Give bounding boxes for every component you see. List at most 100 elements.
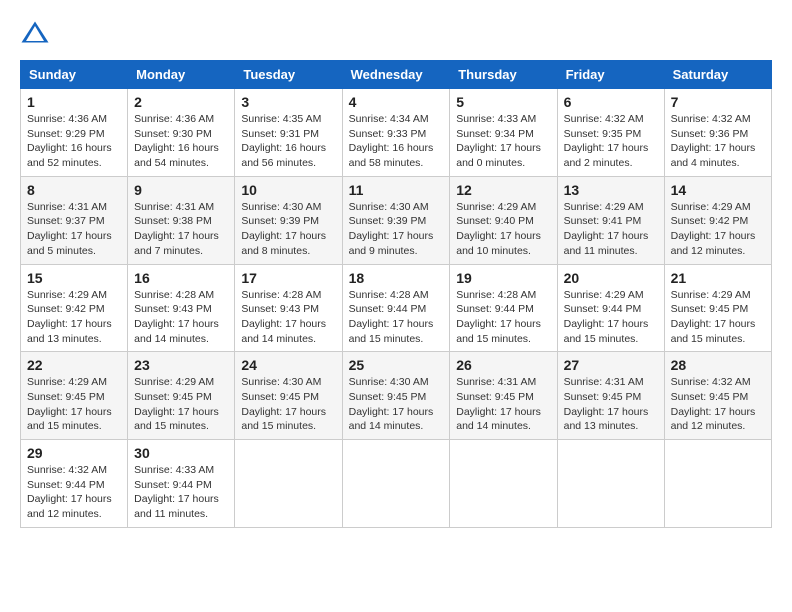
calendar-week-row: 1 Sunrise: 4:36 AM Sunset: 9:29 PM Daylig… <box>21 89 772 177</box>
weekday-header: Tuesday <box>235 61 342 89</box>
day-number: 20 <box>564 270 658 286</box>
calendar-cell: 3Sunrise: 4:35 AM Sunset: 9:31 PM Daylig… <box>235 89 342 177</box>
calendar-cell: 20Sunrise: 4:29 AM Sunset: 9:44 PM Dayli… <box>557 264 664 352</box>
calendar-table: SundayMondayTuesdayWednesdayThursdayFrid… <box>20 60 772 528</box>
day-info: Sunrise: 4:30 AM Sunset: 9:45 PM Dayligh… <box>349 375 444 434</box>
calendar-cell: 12 Sunrise: 4:29 AM Sunset: 9:40 PM Dayli… <box>450 176 557 264</box>
day-info: Sunrise: 4:31 AM Sunset: 9:38 PM Dayligh… <box>134 200 228 259</box>
calendar-cell: 18 Sunrise: 4:28 AM Sunset: 9:44 PM Dayli… <box>342 264 450 352</box>
day-info: Sunrise: 4:31 AM Sunset: 9:45 PM Dayligh… <box>456 375 550 434</box>
day-number: 28 <box>671 357 765 373</box>
day-info: Sunrise: 4:30 AM Sunset: 9:45 PM Dayligh… <box>241 375 335 434</box>
calendar-cell: 21 Sunrise: 4:29 AM Sunset: 9:45 PM Dayli… <box>664 264 771 352</box>
day-number: 18 <box>349 270 444 286</box>
day-number: 5 <box>456 94 550 110</box>
weekday-header: Monday <box>128 61 235 89</box>
day-info: Sunrise: 4:32 AM Sunset: 9:36 PM Dayligh… <box>671 112 765 171</box>
calendar-cell: 14 Sunrise: 4:29 AM Sunset: 9:42 PM Dayli… <box>664 176 771 264</box>
day-info: Sunrise: 4:36 AM Sunset: 9:29 PM Dayligh… <box>27 112 121 171</box>
calendar-week-row: 15 Sunrise: 4:29 AM Sunset: 9:42 PM Dayli… <box>21 264 772 352</box>
day-number: 22 <box>27 357 121 373</box>
calendar-cell: 11 Sunrise: 4:30 AM Sunset: 9:39 PM Dayli… <box>342 176 450 264</box>
calendar-cell: 4 Sunrise: 4:34 AM Sunset: 9:33 PM Daylig… <box>342 89 450 177</box>
calendar-week-row: 29 Sunrise: 4:32 AM Sunset: 9:44 PM Dayli… <box>21 440 772 528</box>
day-number: 24 <box>241 357 335 373</box>
day-number: 19 <box>456 270 550 286</box>
weekday-header: Wednesday <box>342 61 450 89</box>
calendar-cell: 5 Sunrise: 4:33 AM Sunset: 9:34 PM Daylig… <box>450 89 557 177</box>
calendar-cell: 9 Sunrise: 4:31 AM Sunset: 9:38 PM Daylig… <box>128 176 235 264</box>
day-number: 14 <box>671 182 765 198</box>
calendar-cell: 17Sunrise: 4:28 AM Sunset: 9:43 PM Dayli… <box>235 264 342 352</box>
day-info: Sunrise: 4:31 AM Sunset: 9:45 PM Dayligh… <box>564 375 658 434</box>
logo-icon <box>20 20 50 50</box>
calendar-cell <box>235 440 342 528</box>
day-info: Sunrise: 4:29 AM Sunset: 9:45 PM Dayligh… <box>134 375 228 434</box>
day-number: 10 <box>241 182 335 198</box>
day-info: Sunrise: 4:29 AM Sunset: 9:42 PM Dayligh… <box>27 288 121 347</box>
calendar-cell: 10 Sunrise: 4:30 AM Sunset: 9:39 PM Dayli… <box>235 176 342 264</box>
day-number: 21 <box>671 270 765 286</box>
calendar-cell: 19 Sunrise: 4:28 AM Sunset: 9:44 PM Dayli… <box>450 264 557 352</box>
day-number: 29 <box>27 445 121 461</box>
calendar-cell: 23Sunrise: 4:29 AM Sunset: 9:45 PM Dayli… <box>128 352 235 440</box>
day-info: Sunrise: 4:29 AM Sunset: 9:40 PM Dayligh… <box>456 200 550 259</box>
calendar-cell: 27 Sunrise: 4:31 AM Sunset: 9:45 PM Dayli… <box>557 352 664 440</box>
logo <box>20 20 54 50</box>
day-info: Sunrise: 4:29 AM Sunset: 9:45 PM Dayligh… <box>27 375 121 434</box>
weekday-header: Friday <box>557 61 664 89</box>
calendar-cell: 2Sunrise: 4:36 AM Sunset: 9:30 PM Daylig… <box>128 89 235 177</box>
day-number: 6 <box>564 94 658 110</box>
calendar-cell: 22 Sunrise: 4:29 AM Sunset: 9:45 PM Dayli… <box>21 352 128 440</box>
calendar-cell: 1 Sunrise: 4:36 AM Sunset: 9:29 PM Daylig… <box>21 89 128 177</box>
day-number: 3 <box>241 94 335 110</box>
calendar-cell: 15 Sunrise: 4:29 AM Sunset: 9:42 PM Dayli… <box>21 264 128 352</box>
day-number: 25 <box>349 357 444 373</box>
day-info: Sunrise: 4:32 AM Sunset: 9:44 PM Dayligh… <box>27 463 121 522</box>
calendar-cell: 29 Sunrise: 4:32 AM Sunset: 9:44 PM Dayli… <box>21 440 128 528</box>
day-info: Sunrise: 4:28 AM Sunset: 9:44 PM Dayligh… <box>456 288 550 347</box>
calendar-cell: 7 Sunrise: 4:32 AM Sunset: 9:36 PM Daylig… <box>664 89 771 177</box>
day-number: 26 <box>456 357 550 373</box>
calendar-cell <box>557 440 664 528</box>
weekday-header: Saturday <box>664 61 771 89</box>
calendar-cell: 6 Sunrise: 4:32 AM Sunset: 9:35 PM Daylig… <box>557 89 664 177</box>
day-info: Sunrise: 4:32 AM Sunset: 9:35 PM Dayligh… <box>564 112 658 171</box>
day-info: Sunrise: 4:33 AM Sunset: 9:44 PM Dayligh… <box>134 463 228 522</box>
day-info: Sunrise: 4:30 AM Sunset: 9:39 PM Dayligh… <box>241 200 335 259</box>
day-number: 7 <box>671 94 765 110</box>
day-number: 1 <box>27 94 121 110</box>
calendar-week-row: 22 Sunrise: 4:29 AM Sunset: 9:45 PM Dayli… <box>21 352 772 440</box>
day-info: Sunrise: 4:29 AM Sunset: 9:42 PM Dayligh… <box>671 200 765 259</box>
day-number: 9 <box>134 182 228 198</box>
calendar-cell: 24 Sunrise: 4:30 AM Sunset: 9:45 PM Dayli… <box>235 352 342 440</box>
day-number: 4 <box>349 94 444 110</box>
calendar-cell: 25 Sunrise: 4:30 AM Sunset: 9:45 PM Dayli… <box>342 352 450 440</box>
day-info: Sunrise: 4:29 AM Sunset: 9:41 PM Dayligh… <box>564 200 658 259</box>
weekday-header: Sunday <box>21 61 128 89</box>
day-info: Sunrise: 4:36 AM Sunset: 9:30 PM Dayligh… <box>134 112 228 171</box>
day-info: Sunrise: 4:28 AM Sunset: 9:43 PM Dayligh… <box>134 288 228 347</box>
day-info: Sunrise: 4:29 AM Sunset: 9:45 PM Dayligh… <box>671 288 765 347</box>
day-number: 12 <box>456 182 550 198</box>
calendar-header-row: SundayMondayTuesdayWednesdayThursdayFrid… <box>21 61 772 89</box>
calendar-week-row: 8Sunrise: 4:31 AM Sunset: 9:37 PM Daylig… <box>21 176 772 264</box>
day-number: 15 <box>27 270 121 286</box>
day-number: 11 <box>349 182 444 198</box>
calendar-cell: 8Sunrise: 4:31 AM Sunset: 9:37 PM Daylig… <box>21 176 128 264</box>
day-info: Sunrise: 4:33 AM Sunset: 9:34 PM Dayligh… <box>456 112 550 171</box>
calendar-cell <box>342 440 450 528</box>
calendar-cell: 28 Sunrise: 4:32 AM Sunset: 9:45 PM Dayli… <box>664 352 771 440</box>
day-number: 30 <box>134 445 228 461</box>
day-info: Sunrise: 4:32 AM Sunset: 9:45 PM Dayligh… <box>671 375 765 434</box>
page-header <box>20 20 772 50</box>
day-number: 16 <box>134 270 228 286</box>
day-info: Sunrise: 4:34 AM Sunset: 9:33 PM Dayligh… <box>349 112 444 171</box>
day-number: 27 <box>564 357 658 373</box>
weekday-header: Thursday <box>450 61 557 89</box>
day-info: Sunrise: 4:28 AM Sunset: 9:44 PM Dayligh… <box>349 288 444 347</box>
day-info: Sunrise: 4:31 AM Sunset: 9:37 PM Dayligh… <box>27 200 121 259</box>
calendar-cell: 30 Sunrise: 4:33 AM Sunset: 9:44 PM Dayli… <box>128 440 235 528</box>
day-info: Sunrise: 4:30 AM Sunset: 9:39 PM Dayligh… <box>349 200 444 259</box>
calendar-cell: 16 Sunrise: 4:28 AM Sunset: 9:43 PM Dayli… <box>128 264 235 352</box>
